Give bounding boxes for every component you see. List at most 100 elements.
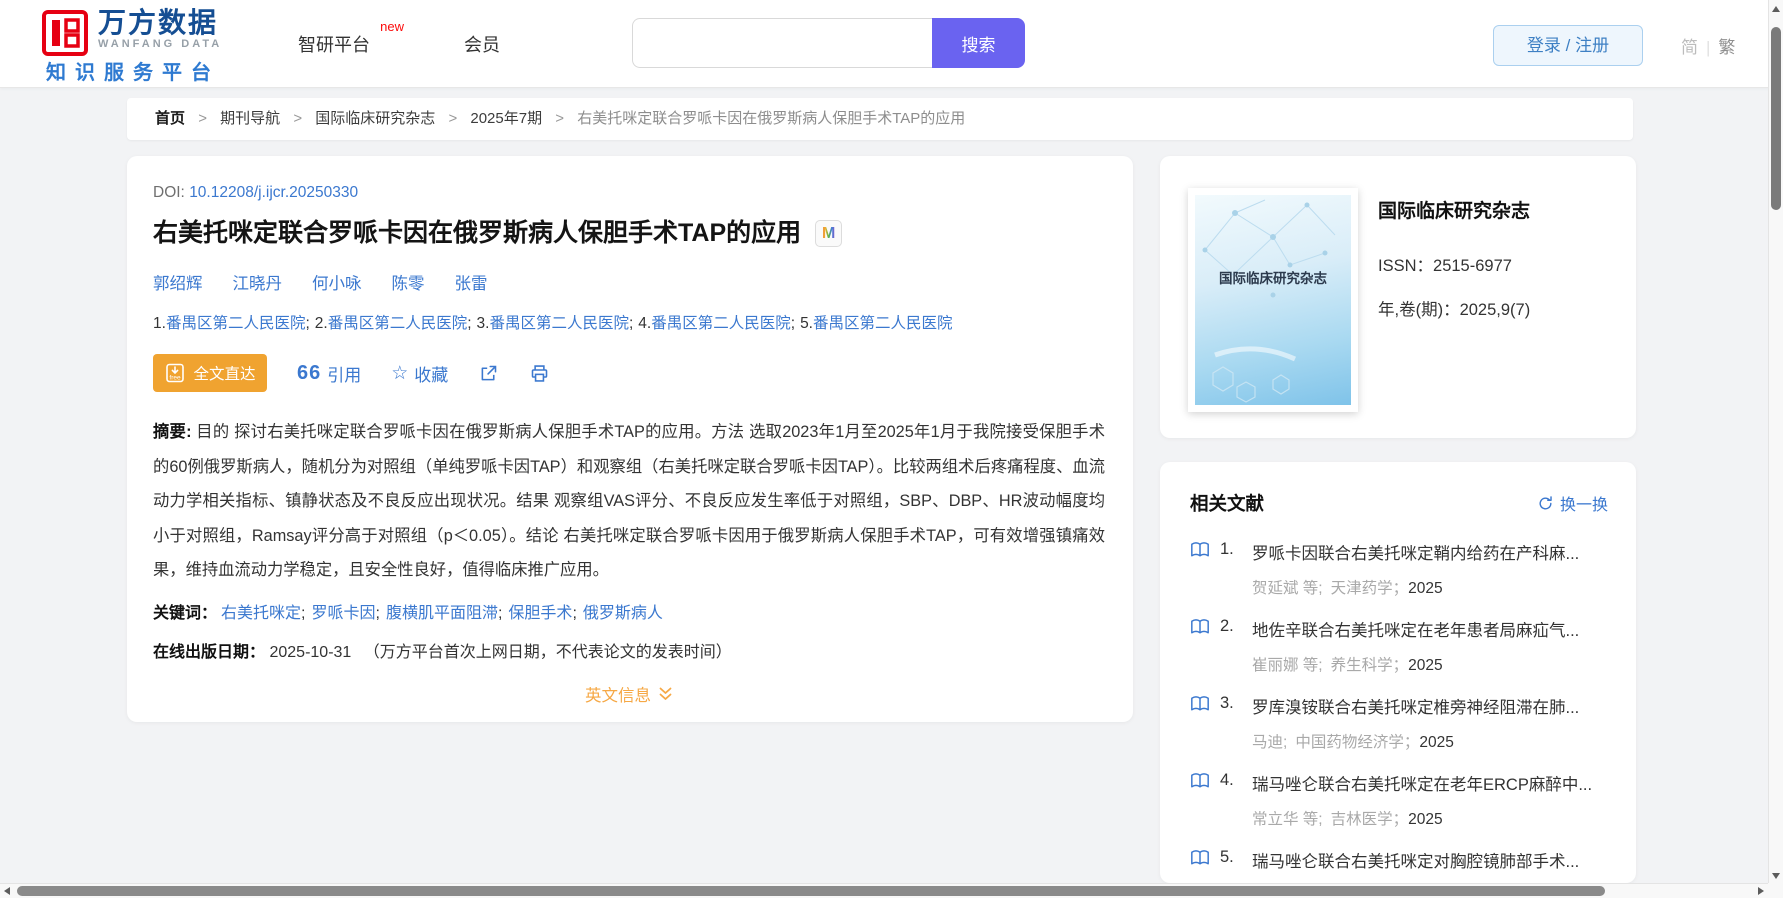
fulltext-label: 全文直达: [193, 366, 256, 383]
related-article-number: 2.: [1220, 617, 1234, 635]
keyword-link[interactable]: 右美托咪定: [221, 605, 301, 622]
horizontal-scrollbar[interactable]: [0, 883, 1768, 898]
book-icon: [1190, 618, 1212, 675]
related-article-item: 1. 罗哌卡因联合右美托咪定鞘内给药在产科麻... 贺延斌 等; 天津药学；202…: [1190, 540, 1608, 598]
related-article-journal[interactable]: 吉林医学；: [1331, 811, 1409, 828]
m-metrics-icon[interactable]: M: [815, 220, 843, 247]
publish-date: 2025-10-31: [269, 643, 352, 661]
scroll-left-arrow[interactable]: [4, 887, 10, 895]
author-link[interactable]: 陈零: [392, 270, 425, 294]
english-info-toggle[interactable]: 英文信息: [585, 682, 673, 706]
brand-text[interactable]: 万方数据 WANFANG DATA: [98, 8, 222, 51]
issn-value: 2515-6977: [1433, 257, 1512, 275]
affiliation-number: 2.: [314, 315, 328, 332]
breadcrumb-journal[interactable]: 国际临床研究杂志: [315, 110, 435, 127]
affiliation-link[interactable]: 番禺区第二人民医院: [166, 315, 306, 332]
keyword-link[interactable]: 俄罗斯病人: [583, 605, 663, 622]
refresh-label: 换一换: [1559, 497, 1608, 514]
book-icon: [1190, 541, 1212, 598]
related-article-year: 2025: [1408, 657, 1443, 674]
author-link[interactable]: 张雷: [455, 270, 488, 294]
related-article-journal[interactable]: 养生科学；: [1331, 657, 1409, 674]
affiliation-link[interactable]: 番禺区第二人民医院: [489, 315, 629, 332]
related-article-title[interactable]: 瑞马唑仑联合右美托咪定对胸腔镜肺部手术...: [1252, 848, 1608, 872]
keyword-link[interactable]: 罗哌卡因: [311, 605, 375, 622]
scroll-up-arrow[interactable]: [1772, 6, 1780, 12]
journal-name[interactable]: 国际临床研究杂志: [1378, 196, 1530, 223]
related-article-year: 2025: [1419, 734, 1454, 751]
journal-volume-row: 年,卷(期)：2025,9(7): [1378, 296, 1530, 320]
related-article-meta: 常立华 等; 吉林医学；2025: [1252, 807, 1608, 829]
search-button[interactable]: 搜索: [932, 18, 1025, 68]
keywords-label: 关键词：: [153, 604, 218, 622]
free-download-icon: free: [166, 363, 185, 383]
journal-cover[interactable]: 国际临床研究杂志: [1188, 188, 1358, 412]
volume-value: 2025,9(7): [1459, 301, 1531, 319]
new-badge: new: [380, 19, 404, 34]
related-article-authors[interactable]: 常立华 等;: [1252, 811, 1323, 828]
search-input[interactable]: [632, 18, 932, 68]
lang-simplified[interactable]: 简: [1681, 38, 1698, 57]
wanfang-logo-icon[interactable]: [42, 10, 88, 56]
article-actions: free 全文直达 66 引用 ☆ 收藏: [153, 354, 1105, 392]
keyword-link[interactable]: 保胆手术: [508, 605, 572, 622]
publish-date-note: （万方平台首次上网日期，不代表论文的发表时间）: [363, 643, 732, 661]
scroll-right-arrow[interactable]: [1758, 887, 1764, 895]
quote-icon: 66: [297, 361, 322, 384]
doi-link[interactable]: 10.12208/j.ijcr.20250330: [189, 184, 358, 201]
affiliation-link[interactable]: 番禺区第二人民医院: [651, 315, 791, 332]
keyword-separator: ;: [572, 604, 577, 622]
related-article-journal[interactable]: 中国药物经济学；: [1295, 734, 1419, 751]
scroll-down-arrow[interactable]: [1772, 873, 1780, 879]
breadcrumb-home[interactable]: 首页: [155, 110, 185, 127]
author-link[interactable]: 郭绍辉: [153, 270, 203, 294]
issn-label: ISSN：: [1378, 257, 1434, 275]
brand-tagline: 知识服务平台: [46, 62, 220, 84]
book-icon: [1190, 849, 1212, 872]
author-link[interactable]: 何小咏: [312, 270, 362, 294]
related-article-authors[interactable]: 马迪;: [1252, 734, 1287, 751]
breadcrumb-separator: >: [555, 110, 565, 127]
printer-icon: [532, 364, 548, 382]
english-info-label: 英文信息: [585, 686, 651, 705]
fulltext-button[interactable]: free 全文直达: [153, 354, 267, 392]
print-button[interactable]: [529, 363, 550, 384]
author-link[interactable]: 江晓丹: [233, 270, 283, 294]
refresh-related-button[interactable]: 换一换: [1537, 491, 1608, 515]
affiliation-link[interactable]: 番禺区第二人民医院: [328, 315, 468, 332]
related-article-meta: 贺延斌 等; 天津药学；2025: [1252, 576, 1608, 598]
lang-traditional[interactable]: 繁: [1718, 38, 1735, 57]
abstract-label: 摘要:: [153, 423, 192, 441]
related-article-authors[interactable]: 贺延斌 等;: [1252, 580, 1323, 597]
breadcrumb-issue[interactable]: 2025年7期: [470, 110, 542, 127]
vertical-scrollbar[interactable]: [1768, 0, 1783, 883]
nav-zhiyan-platform[interactable]: 智研平台 new: [298, 19, 404, 57]
horizontal-scrollbar-thumb[interactable]: [17, 886, 1605, 896]
related-article-title[interactable]: 瑞马唑仑联合右美托咪定在老年ERCP麻醉中...: [1252, 771, 1608, 795]
keyword-separator: ;: [375, 604, 380, 622]
related-article-item: 3. 罗库溴铵联合右美托咪定椎旁神经阻滞在肺... 马迪; 中国药物经济学；202…: [1190, 694, 1608, 752]
nav-zhiyan-label: 智研平台: [298, 35, 370, 55]
breadcrumb-journal-nav[interactable]: 期刊导航: [220, 110, 280, 127]
share-button[interactable]: [478, 363, 499, 384]
affiliation-link[interactable]: 番禺区第二人民医院: [813, 315, 953, 332]
affiliation-separator: ;: [790, 315, 796, 332]
related-article-title[interactable]: 罗库溴铵联合右美托咪定椎旁神经阻滞在肺...: [1252, 694, 1608, 718]
related-article-authors[interactable]: 崔丽娜 等;: [1252, 657, 1323, 674]
volume-label: 年,卷(期)：: [1378, 301, 1460, 319]
related-article-number: 4.: [1220, 771, 1234, 789]
vertical-scrollbar-thumb[interactable]: [1771, 27, 1781, 210]
keyword-link[interactable]: 腹横肌平面阻滞: [386, 605, 498, 622]
publish-date-label: 在线出版日期：: [153, 643, 266, 661]
breadcrumb-separator: >: [293, 110, 303, 127]
related-article-journal[interactable]: 天津药学；: [1331, 580, 1409, 597]
cite-button[interactable]: 66 引用: [297, 361, 361, 386]
book-icon: [1190, 772, 1212, 829]
login-register-button[interactable]: 登录 / 注册: [1493, 25, 1643, 66]
affiliation-number: 4.: [638, 315, 652, 332]
favorite-button[interactable]: ☆ 收藏: [391, 361, 448, 386]
related-article-title[interactable]: 地佐辛联合右美托咪定在老年患者局麻疝气...: [1252, 617, 1608, 641]
related-article-title[interactable]: 罗哌卡因联合右美托咪定鞘内给药在产科麻...: [1252, 540, 1608, 564]
svg-text:free: free: [170, 375, 182, 382]
nav-member[interactable]: 会员: [464, 31, 500, 57]
